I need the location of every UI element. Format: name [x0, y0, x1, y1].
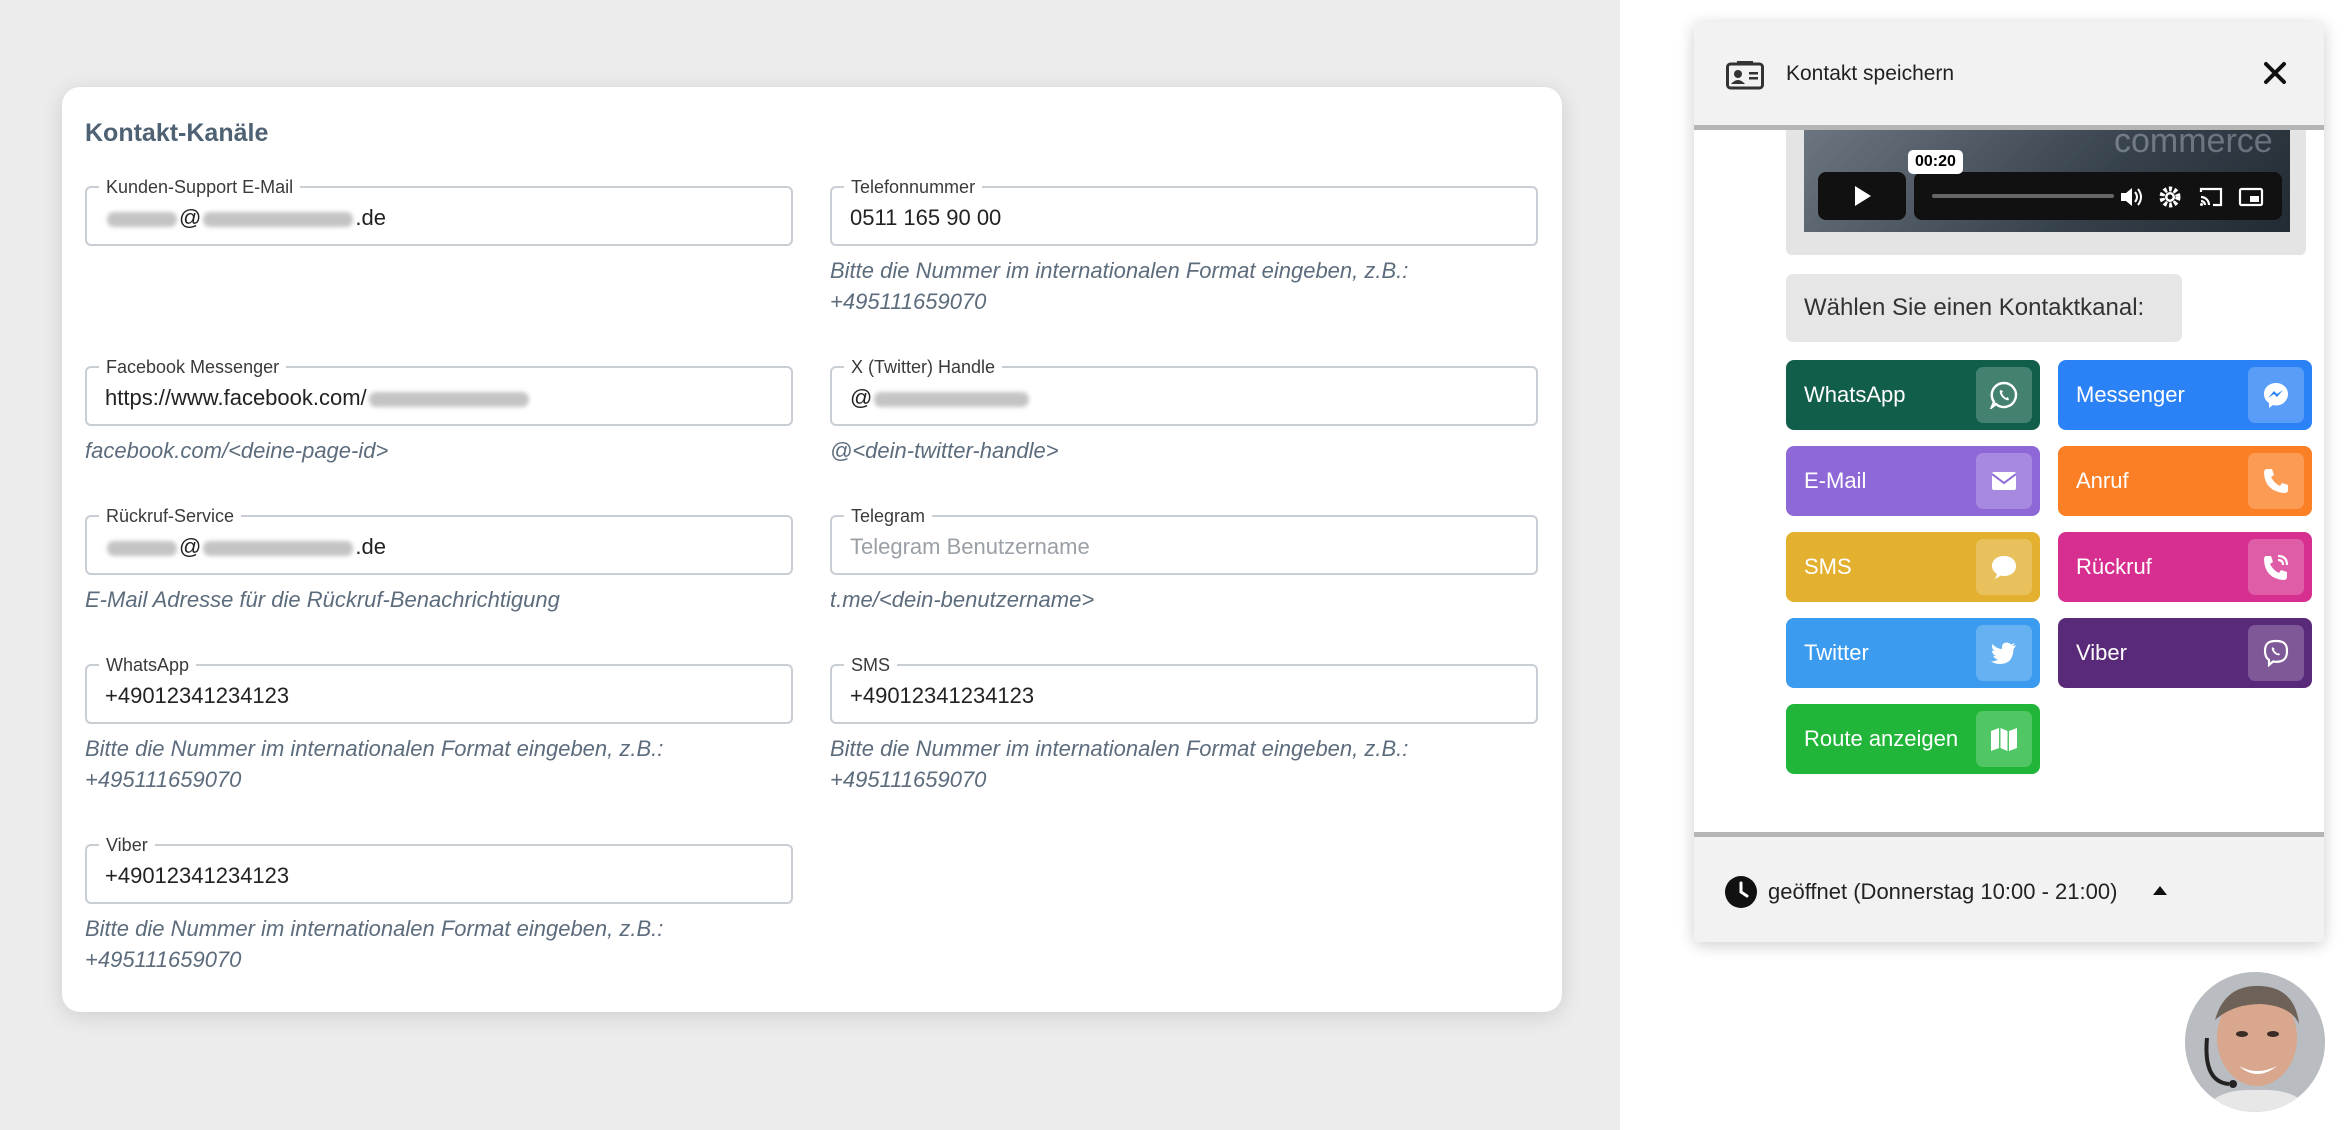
- contact-channels-card: Kontakt-Kanäle Kunden-Support E-Mail @ .d…: [62, 87, 1562, 1012]
- video-time-tooltip: 00:20: [1908, 150, 1963, 174]
- opening-hours-bar[interactable]: geöffnet (Donnerstag 10:00 - 21:00): [1694, 837, 2324, 942]
- channel-messenger-button[interactable]: Messenger: [2058, 360, 2312, 430]
- telegram-label: Telegram: [844, 505, 933, 527]
- support-email-label: Kunden-Support E-Mail: [99, 176, 301, 198]
- sms-hint: Bitte die Nummer im internationalen Form…: [830, 736, 1409, 792]
- phone-hint: Bitte die Nummer im internationalen Form…: [830, 258, 1409, 314]
- agent-photo: [2185, 972, 2325, 1112]
- viber-hint: Bitte die Nummer im internationalen Form…: [85, 916, 664, 972]
- channel-sms-button[interactable]: SMS: [1786, 532, 2040, 602]
- twitter-label: X (Twitter) Handle: [844, 356, 1003, 378]
- channel-label: Anruf: [2076, 468, 2129, 493]
- phone-callback-icon-box: [2248, 539, 2304, 595]
- contact-card-icon: [1726, 61, 1764, 90]
- messenger-label: Facebook Messenger: [99, 356, 287, 378]
- twitter-value: @: [850, 385, 1031, 411]
- widget-title: Kontakt speichern: [1786, 62, 1955, 85]
- callback-field[interactable]: Rückruf-Service @ .de: [85, 505, 793, 575]
- telegram-field[interactable]: Telegram Telegram Benutzername: [830, 505, 1538, 575]
- telegram-placeholder: Telegram Benutzername: [850, 534, 1090, 559]
- channel-callback-button[interactable]: Rückruf: [2058, 532, 2312, 602]
- support-email-field[interactable]: Kunden-Support E-Mail @ .de: [85, 176, 793, 246]
- map-icon-box: [1976, 711, 2032, 767]
- twitter-field[interactable]: X (Twitter) Handle @: [830, 356, 1538, 426]
- viber-field[interactable]: Viber +49012341234123: [85, 834, 793, 904]
- video-controls: [1914, 172, 2282, 220]
- viber-label: Viber: [99, 834, 155, 856]
- messenger-hint: facebook.com/<deine-page-id>: [85, 438, 389, 463]
- channel-label: Twitter: [1804, 640, 1869, 665]
- clock-icon: [1725, 876, 1757, 908]
- whatsapp-label: WhatsApp: [99, 654, 197, 676]
- card-title: Kontakt-Kanäle: [85, 119, 269, 147]
- whatsapp-icon: [1990, 381, 2018, 409]
- phone-icon-box: [2248, 453, 2304, 509]
- channel-label: WhatsApp: [1804, 382, 1906, 407]
- chat-bubble-icon-box: [1976, 539, 2032, 595]
- phone-field[interactable]: Telefonnummer 0511 165 90 00: [830, 176, 1538, 246]
- viber-icon: [2263, 639, 2289, 667]
- channel-label: Messenger: [2076, 382, 2185, 407]
- cast-icon[interactable]: [2198, 184, 2224, 210]
- contact-widget: Kontakt speichern commerce 00:20 Wählen …: [1694, 22, 2324, 942]
- callback-value: @ .de: [105, 534, 386, 560]
- channel-email-button[interactable]: E-Mail: [1786, 446, 2040, 516]
- twitter-bird-icon: [1991, 642, 2016, 664]
- support-email-value: @ .de: [105, 205, 386, 231]
- twitter-hint: @<dein-twitter-handle>: [830, 438, 1059, 463]
- channel-label: Route anzeigen: [1804, 726, 1959, 751]
- widget-header: Kontakt speichern: [1694, 22, 2324, 125]
- whatsapp-value: +49012341234123: [105, 683, 290, 708]
- messenger-icon: [2264, 383, 2288, 408]
- channel-label: SMS: [1804, 554, 1852, 579]
- sms-label: SMS: [844, 654, 898, 676]
- channel-label: Viber: [2076, 640, 2127, 665]
- channel-prompt-text: Wählen Sie einen Kontaktkanal:: [1804, 294, 2145, 321]
- callback-hint: E-Mail Adresse für die Rückruf-Benachric…: [85, 587, 560, 612]
- video-overlay-text: commerce: [2114, 130, 2273, 160]
- viber-icon-box: [2248, 625, 2304, 681]
- phone-label: Telefonnummer: [844, 176, 983, 198]
- channel-viber-button[interactable]: Viber: [2058, 618, 2312, 688]
- agent-avatar[interactable]: [2185, 972, 2325, 1112]
- channel-label: E-Mail: [1804, 468, 1867, 493]
- video-container: commerce 00:20: [1786, 130, 2306, 255]
- callback-label: Rückruf-Service: [99, 505, 242, 527]
- settings-gear-icon[interactable]: [2157, 184, 2183, 210]
- sms-value: +49012341234123: [850, 683, 1035, 708]
- channel-twitter-button[interactable]: Twitter: [1786, 618, 2040, 688]
- volume-icon[interactable]: [2118, 184, 2144, 210]
- chat-bubble-icon: [1992, 556, 2016, 579]
- twitter-bird-icon-box: [1976, 625, 2032, 681]
- messenger-value: https://www.facebook.com/: [105, 385, 531, 411]
- viber-value: +49012341234123: [105, 863, 290, 888]
- messenger-icon-box: [2248, 367, 2304, 423]
- whatsapp-icon-box: [1976, 367, 2032, 423]
- close-icon[interactable]: [2260, 58, 2290, 88]
- whatsapp-field[interactable]: WhatsApp +49012341234123: [85, 654, 793, 724]
- phone-callback-icon: [2264, 554, 2289, 580]
- telegram-hint: t.me/<dein-benutzername>: [830, 587, 1095, 612]
- channel-call-button[interactable]: Anruf: [2058, 446, 2312, 516]
- opening-hours-text: geöffnet (Donnerstag 10:00 - 21:00): [1768, 879, 2118, 904]
- phone-icon: [2264, 469, 2288, 493]
- envelope-icon: [1991, 472, 2017, 490]
- channel-prompt: Wählen Sie einen Kontaktkanal:: [1786, 274, 2182, 342]
- map-icon: [1991, 728, 2017, 751]
- progress-scrubber[interactable]: [1932, 194, 2114, 198]
- picture-in-picture-icon[interactable]: [2238, 184, 2264, 210]
- video-player[interactable]: commerce 00:20: [1804, 130, 2290, 232]
- channel-route-button[interactable]: Route anzeigen: [1786, 704, 2040, 774]
- messenger-field[interactable]: Facebook Messenger https://www.facebook.…: [85, 356, 793, 426]
- channel-whatsapp-button[interactable]: WhatsApp: [1786, 360, 2040, 430]
- envelope-icon-box: [1976, 453, 2032, 509]
- play-button[interactable]: [1818, 172, 1906, 220]
- play-icon: [1855, 186, 1871, 206]
- channel-label: Rückruf: [2076, 554, 2152, 579]
- caret-up-icon[interactable]: [2152, 884, 2168, 896]
- sms-field[interactable]: SMS +49012341234123: [830, 654, 1538, 724]
- whatsapp-hint: Bitte die Nummer im internationalen Form…: [85, 736, 664, 792]
- phone-value: 0511 165 90 00: [850, 205, 1002, 230]
